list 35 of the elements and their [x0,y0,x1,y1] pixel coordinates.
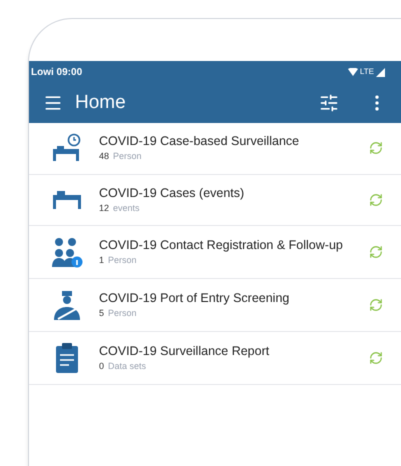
clipboard-icon [54,342,80,374]
filter-icon[interactable] [319,93,339,113]
wifi-icon [348,68,358,76]
program-row[interactable]: COVID-19 Cases (events) 12 events [29,174,401,226]
record-unit: Person [108,254,137,267]
bed-icon [50,188,84,211]
sync-icon[interactable] [369,141,383,156]
people-icon [50,236,84,268]
sync-icon[interactable] [369,245,383,259]
record-count: 1 [99,254,104,267]
signal-icon [376,68,385,76]
sync-icon[interactable] [369,192,383,207]
record-count: 0 [99,360,104,373]
program-title: COVID-19 Cases (events) [99,184,246,202]
program-title: COVID-19 Port of Entry Screening [99,290,290,307]
status-carrier-time: Lowi 09:00 [31,66,82,80]
program-title: COVID-19 Contact Registration & Follow-up [99,236,344,254]
record-unit: events [113,202,140,214]
record-unit: Person [113,150,142,163]
network-type: LTE [360,66,374,78]
record-count: 48 [99,150,110,163]
record-count: 12 [99,202,110,214]
record-unit: Data sets [108,360,146,373]
record-unit: Person [108,306,137,320]
program-row[interactable]: COVID-19 Surveillance Report 0 Data sets [29,332,401,385]
program-row[interactable]: COVID-19 Contact Registration & Follow-up 1 Person [29,226,401,279]
sync-icon[interactable] [369,298,383,312]
person-icon [52,289,82,321]
program-row[interactable]: COVID-19 Case-based Surveillance 48 Person [29,123,401,174]
record-count: 5 [99,306,104,320]
program-row[interactable]: COVID-19 Port of Entry Screening 5 Person [29,279,401,332]
toolbar-title: Home [75,90,127,115]
program-title: COVID-19 Case-based Surveillance [99,133,300,150]
sync-icon[interactable] [369,351,383,365]
program-title: COVID-19 Surveillance Report [99,342,270,360]
